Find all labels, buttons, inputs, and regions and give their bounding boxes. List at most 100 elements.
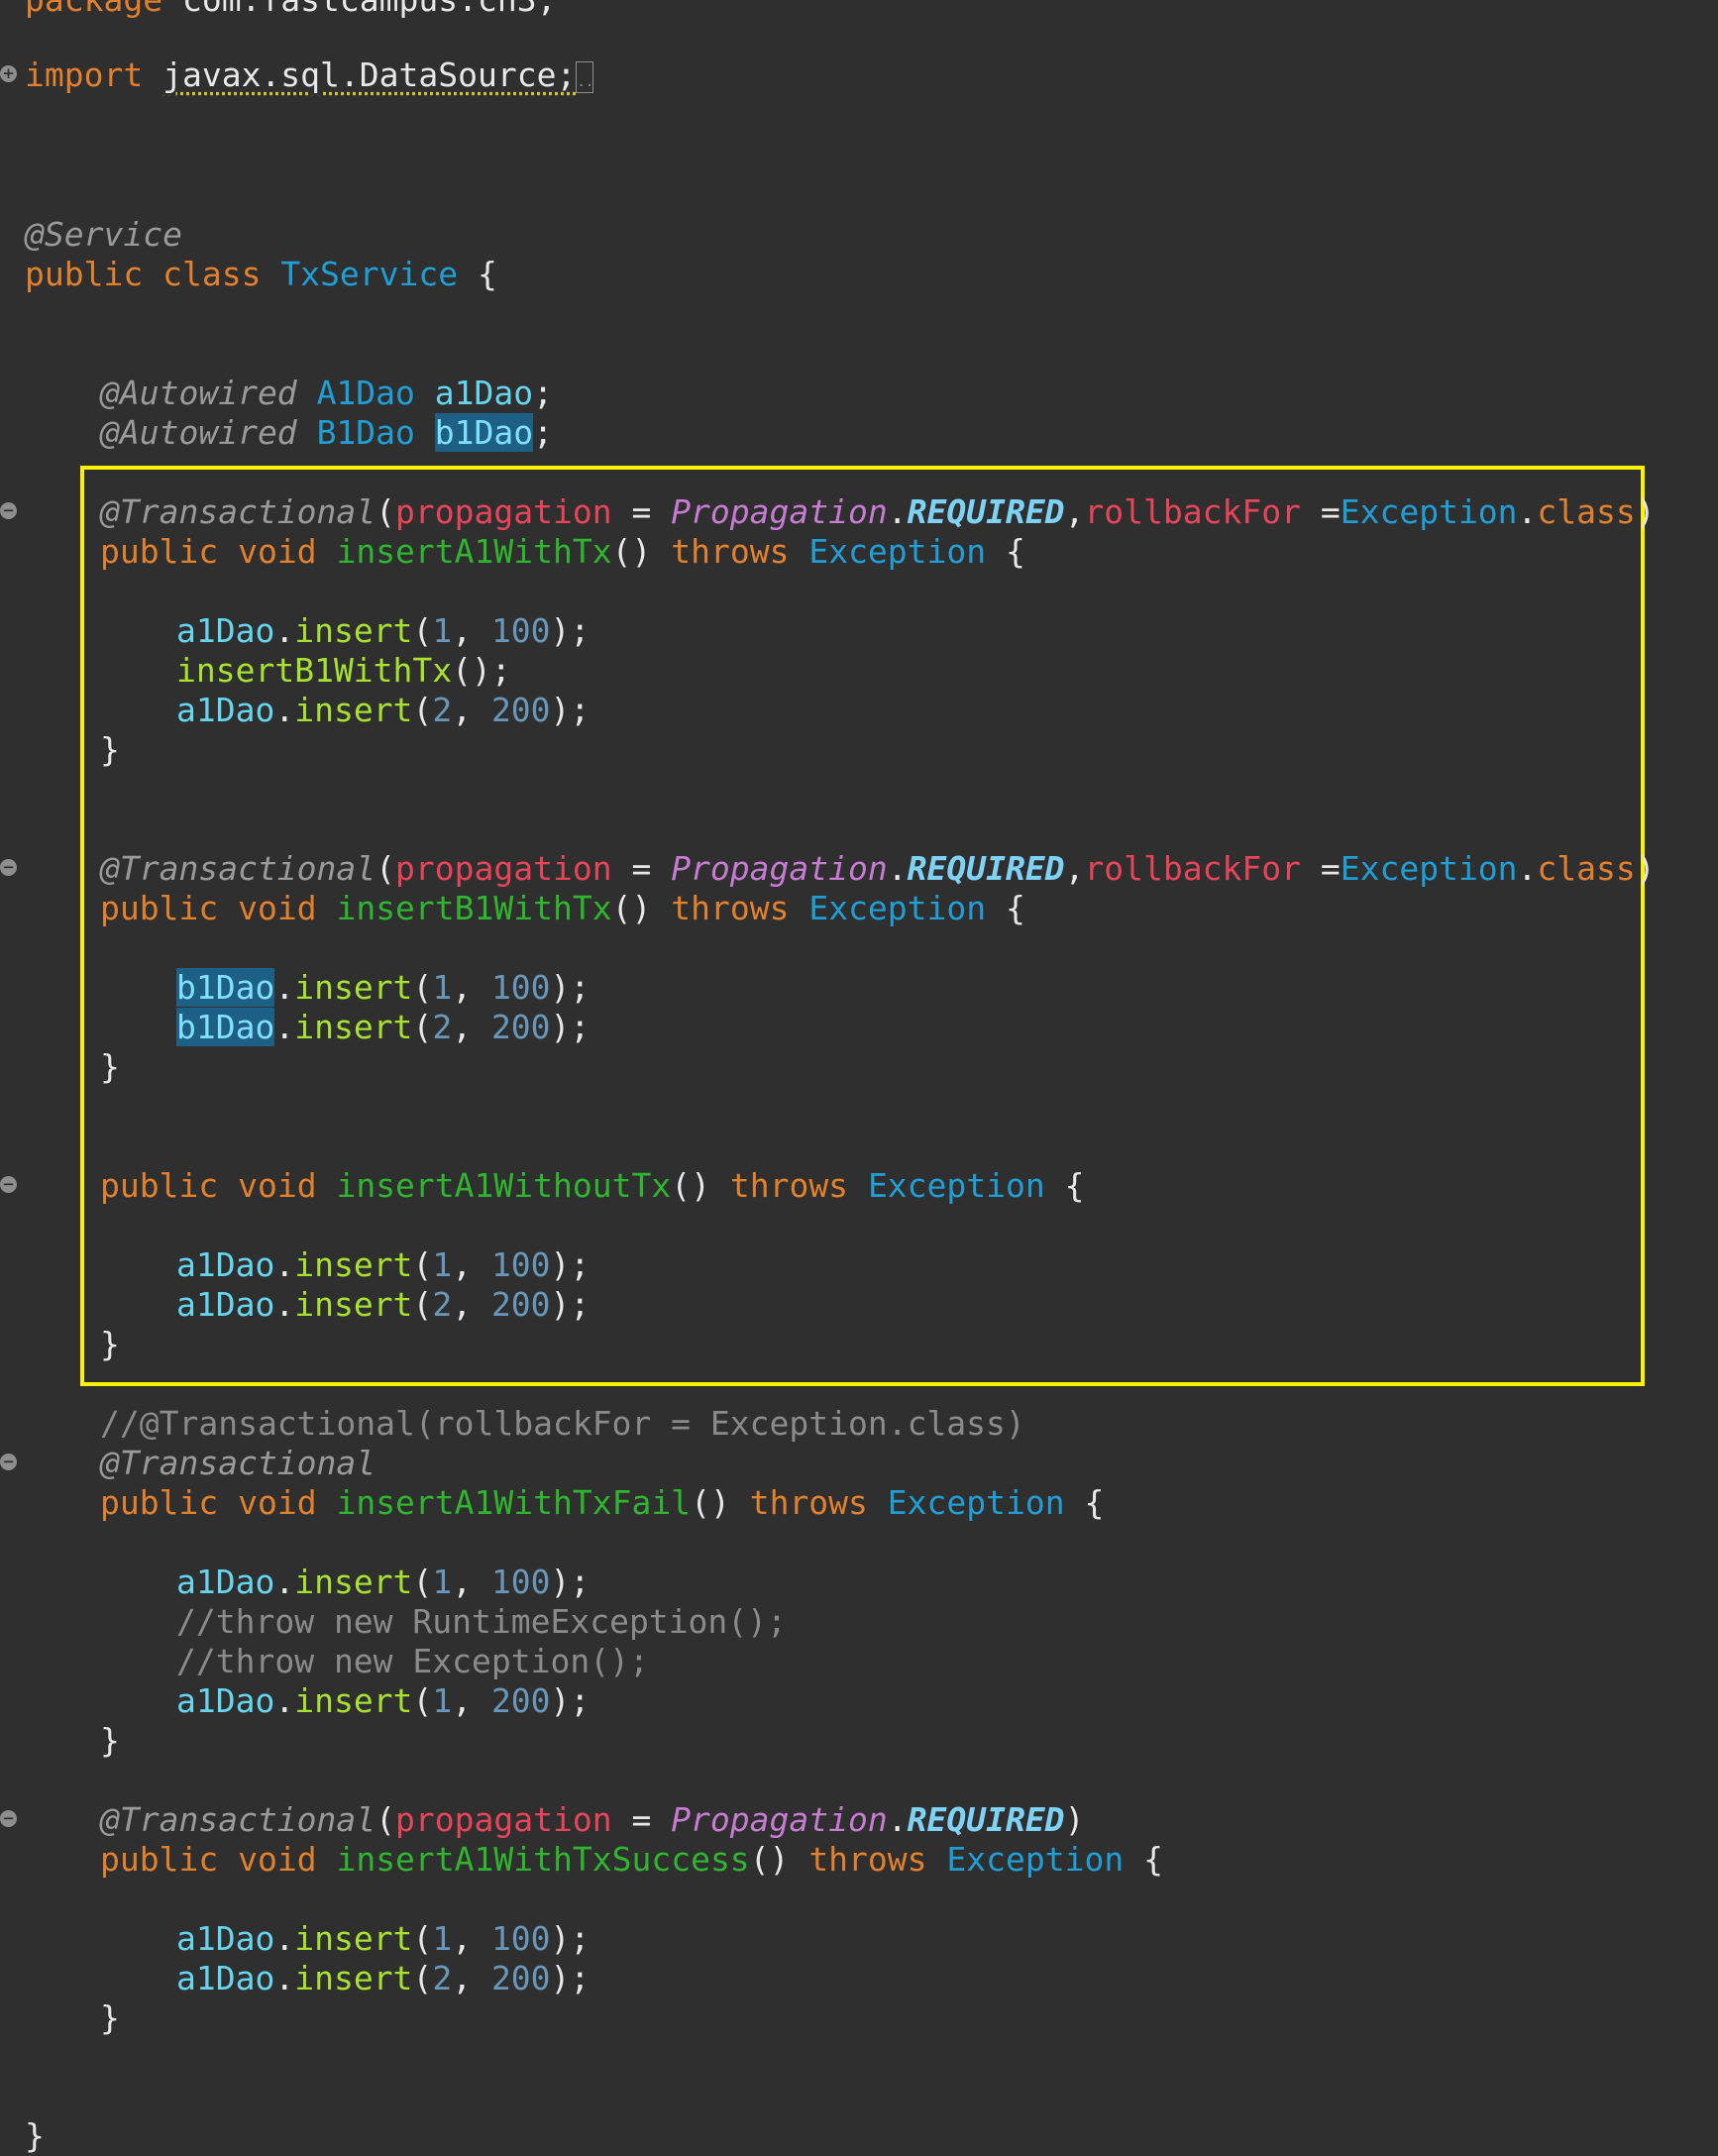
keyword-class: class (1537, 849, 1636, 888)
keyword-class: class (162, 255, 262, 293)
exception-type: Exception (808, 889, 987, 927)
number-arg: 2 (432, 1008, 453, 1046)
propagation-required: REQUIRED (907, 492, 1065, 531)
comma-space: , (452, 1919, 491, 1958)
call-close: ); (550, 1919, 591, 1958)
code-line-method-insertB1WithTx: public void insertB1WithTx() throws Exce… (100, 889, 1025, 928)
dot: . (274, 611, 295, 650)
code-editor[interactable]: package com.fastcampus.ch3; + import jav… (0, 0, 1718, 2155)
annotation-transactional: @Transactional (100, 1444, 376, 1482)
number-arg: 1 (432, 1563, 453, 1601)
collapse-fold-icon[interactable]: − (0, 1454, 17, 1470)
empty-parens: () (749, 1840, 790, 1879)
call-close: ); (550, 611, 591, 650)
code-line-close-brace: } (100, 730, 120, 770)
field-a1dao: a1Dao (176, 691, 275, 729)
code-line-close-brace: } (100, 1047, 120, 1087)
equals: = (1300, 492, 1341, 531)
number-arg: 2 (432, 1959, 453, 1997)
collapse-fold-icon[interactable]: − (0, 1810, 17, 1827)
code-line-close-brace: } (100, 1721, 120, 1761)
comma: , (1064, 492, 1085, 531)
number-arg: 200 (490, 1285, 551, 1324)
call-close: ); (550, 1681, 591, 1720)
dot: . (1517, 492, 1538, 531)
code-line-a1-insert-1: a1Dao.insert(1, 100); (176, 1245, 590, 1285)
call-close: ); (550, 1285, 591, 1324)
number-arg: 100 (490, 1919, 551, 1958)
dot: . (887, 492, 908, 531)
annotation-transactional: @Transactional (100, 1800, 376, 1839)
field-b1dao-selected: b1Dao (176, 968, 275, 1007)
code-line-import: import javax.sql.DataSource;.. (25, 55, 594, 95)
comment: //@Transactional(rollbackFor = Exception… (100, 1404, 1025, 1443)
dot: . (274, 968, 295, 1007)
method-insert: insert (294, 1245, 413, 1284)
number-arg: 1 (432, 611, 453, 650)
open-brace: { (1006, 532, 1025, 571)
collapse-fold-icon[interactable]: − (0, 1176, 17, 1193)
number-arg: 100 (490, 611, 551, 650)
annotation-transactional: @Transactional (100, 492, 376, 531)
propagation-class: Propagation (671, 849, 888, 888)
code-line-a1-insert-1: a1Dao.insert(1, 100); (176, 1563, 590, 1602)
method-name-insertB1WithTx: insertB1WithTx (336, 889, 612, 927)
param-propagation: propagation (395, 492, 612, 531)
open-brace: { (1084, 1483, 1105, 1522)
open-paren: ( (412, 968, 433, 1007)
field-a1dao: a1Dao (176, 1245, 275, 1284)
open-paren: ( (412, 1008, 433, 1046)
package-name: com.fastcampus.ch3; (182, 0, 557, 19)
comma-space: , (452, 1285, 491, 1324)
open-paren: ( (412, 1959, 433, 1997)
dot: . (1517, 849, 1538, 888)
keyword-public: public (25, 255, 144, 293)
code-line-method-insertA1WithTxSuccess: public void insertA1WithTxSuccess() thro… (100, 1840, 1163, 1880)
method-name-insertA1WithTxFail: insertA1WithTxFail (336, 1483, 692, 1522)
call-close: ); (550, 1008, 591, 1046)
expand-fold-icon[interactable]: + (0, 65, 17, 82)
collapsed-imports-marker[interactable]: .. (576, 60, 594, 93)
collapse-fold-icon[interactable]: − (0, 859, 17, 876)
call-end: (); (452, 651, 511, 690)
number-arg: 200 (490, 1959, 551, 1997)
dot: . (274, 1919, 295, 1958)
method-insert: insert (294, 1008, 413, 1046)
collapse-fold-icon[interactable]: − (0, 502, 17, 519)
field-a1dao: a1Dao (176, 1959, 275, 1997)
number-arg: 100 (490, 1563, 551, 1601)
comma-space: , (452, 691, 491, 729)
comma: , (1064, 849, 1085, 888)
method-insert: insert (294, 691, 413, 729)
code-line-method-insertA1WithTx: public void insertA1WithTx() throws Exce… (100, 532, 1025, 572)
empty-parens: () (671, 1166, 710, 1205)
method-insert: insert (294, 1563, 413, 1601)
code-line-package: package com.fastcampus.ch3; (25, 0, 556, 20)
keyword-throws: throws (671, 889, 790, 927)
keyword-throws: throws (671, 532, 790, 571)
dot: . (274, 1563, 295, 1601)
field-a1dao: a1Dao (176, 1681, 275, 1720)
close-paren: ) (1064, 1800, 1085, 1839)
equals: = (611, 1800, 672, 1839)
annotation-service: @Service (25, 215, 182, 254)
keyword-public: public (100, 1483, 219, 1522)
close-paren: ) (1635, 849, 1656, 888)
call-close: ); (550, 691, 591, 729)
code-line-a1-insert-2: a1Dao.insert(2, 200); (176, 1959, 590, 1998)
number-arg: 1 (432, 1245, 453, 1284)
propagation-class: Propagation (671, 492, 888, 531)
comma-space: , (452, 1245, 491, 1284)
call-close: ); (550, 1563, 591, 1601)
param-rollbackfor: rollbackFor (1084, 849, 1301, 888)
field-a1dao: a1Dao (434, 374, 534, 412)
number-arg: 1 (432, 968, 453, 1007)
code-line-transactional-fail: @Transactional (100, 1444, 376, 1483)
code-line-class-declaration: public class TxService { (25, 255, 497, 294)
field-b1dao-selected: b1Dao (434, 413, 534, 452)
comma-space: , (452, 1563, 491, 1601)
field-a1dao: a1Dao (176, 1563, 275, 1601)
keyword-public: public (100, 889, 219, 927)
open-paren: ( (412, 611, 433, 650)
comma-space: , (452, 611, 491, 650)
